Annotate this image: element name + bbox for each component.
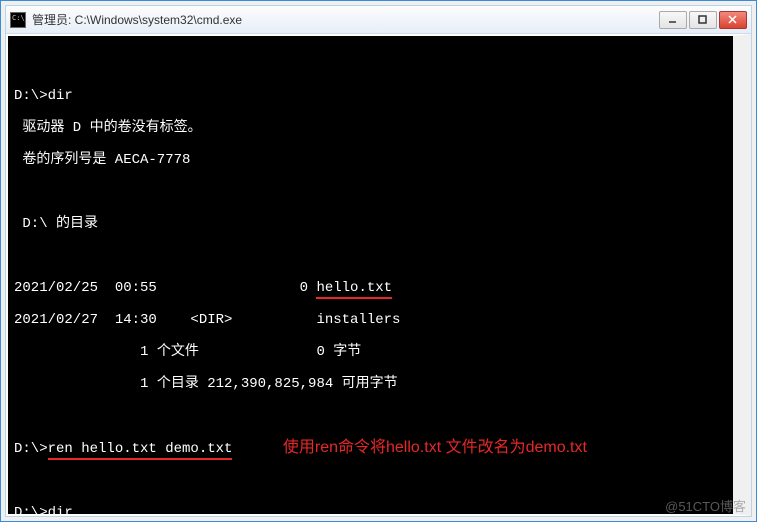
vertical-scrollbar[interactable]: ▲ ▼: [735, 36, 751, 514]
terminal-line: D:\>dir: [14, 88, 727, 104]
highlighted-filename: hello.txt: [316, 280, 392, 299]
terminal-line: D:\>ren hello.txt demo.txt 使用ren命令将hello…: [14, 440, 727, 457]
cmd-icon: [10, 12, 26, 28]
terminal-line: [14, 408, 727, 424]
maximize-button[interactable]: [689, 11, 717, 29]
terminal-line: [14, 473, 727, 489]
terminal-line: [14, 56, 727, 72]
minimize-button[interactable]: [659, 11, 687, 29]
titlebar[interactable]: 管理员: C:\Windows\system32\cmd.exe: [6, 6, 751, 34]
terminal-line: 2021/02/27 14:30 <DIR> installers: [14, 312, 727, 328]
terminal-line: 1 个文件 0 字节: [14, 344, 727, 360]
window-controls: [657, 11, 747, 29]
terminal-line: D:\>dir: [14, 505, 727, 516]
cmd-window: 管理员: C:\Windows\system32\cmd.exe D:\>dir…: [5, 5, 752, 517]
terminal-line: [14, 184, 727, 200]
terminal-line: 2021/02/25 00:55 0 hello.txt: [14, 280, 727, 296]
scroll-up-button[interactable]: ▲: [735, 68, 751, 84]
annotation-text: 使用ren命令将hello.txt 文件改名为demo.txt: [283, 439, 587, 456]
terminal-line: 卷的序列号是 AECA-7778: [14, 152, 727, 168]
highlighted-command: ren hello.txt demo.txt: [48, 441, 233, 460]
window-title: 管理员: C:\Windows\system32\cmd.exe: [32, 11, 657, 28]
terminal-area[interactable]: D:\>dir 驱动器 D 中的卷没有标签。 卷的序列号是 AECA-7778 …: [6, 34, 751, 516]
terminal-line: 驱动器 D 中的卷没有标签。: [14, 120, 727, 136]
close-button[interactable]: [719, 11, 747, 29]
terminal-line: 1 个目录 212,390,825,984 可用字节: [14, 376, 727, 392]
terminal-line: D:\ 的目录: [14, 216, 727, 232]
terminal-line: [14, 248, 727, 264]
watermark-text: @51CTO博客: [665, 496, 746, 515]
